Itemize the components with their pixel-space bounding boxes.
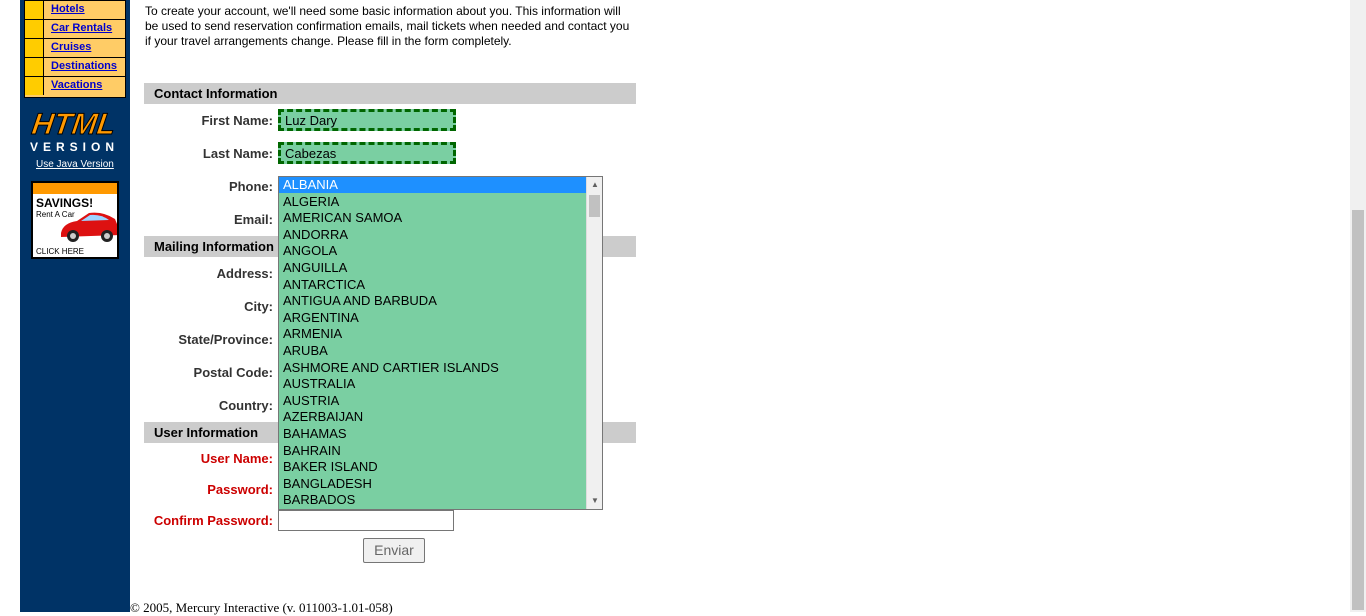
- city-label: City:: [244, 299, 273, 314]
- country-option[interactable]: AUSTRALIA: [279, 376, 586, 392]
- address-label: Address:: [216, 266, 273, 281]
- nav-item-car-rentals: Car Rentals: [25, 20, 125, 39]
- nav-link-vacations[interactable]: Vacations: [51, 79, 102, 91]
- nav-item-destinations: Destinations: [25, 58, 125, 77]
- first-name-input[interactable]: [278, 109, 456, 131]
- country-option[interactable]: AUSTRIA: [279, 393, 586, 409]
- nav-item-cruises: Cruises: [25, 39, 125, 58]
- copyright-text: © 2005, Mercury Interactive (v. 011003-1…: [130, 600, 393, 615]
- savings-ad-banner[interactable]: SAVINGS! Rent A Car CLICK HERE: [31, 181, 119, 259]
- nav-link-destinations[interactable]: Destinations: [51, 60, 117, 72]
- section-title: Mailing Information: [154, 239, 274, 254]
- postal-code-label: Postal Code:: [193, 365, 273, 380]
- nav-item-vacations: Vacations: [25, 77, 125, 96]
- section-title: Contact Information: [154, 86, 278, 101]
- nav-bullet-icon: [25, 20, 44, 38]
- nav-link-cruises[interactable]: Cruises: [51, 41, 91, 53]
- dropdown-scrollbar[interactable]: ▲ ▼: [586, 177, 602, 509]
- contact-section-header: Contact Information: [144, 83, 636, 104]
- country-option[interactable]: BAHRAIN: [279, 443, 586, 459]
- ad-top-bar: [33, 183, 117, 194]
- country-option[interactable]: ARGENTINA: [279, 310, 586, 326]
- country-option[interactable]: BANGLADESH: [279, 476, 586, 492]
- ad-cta: CLICK HERE: [36, 247, 85, 256]
- nav-bullet-icon: [25, 58, 44, 76]
- page-scrollbar-thumb[interactable]: [1352, 210, 1364, 610]
- email-label: Email:: [233, 212, 273, 227]
- country-label: Country:: [218, 398, 273, 413]
- country-option[interactable]: AZERBAIJAN: [279, 409, 586, 425]
- nav-link-car-rentals[interactable]: Car Rentals: [51, 22, 112, 34]
- country-option[interactable]: ANGUILLA: [279, 260, 586, 276]
- nav-bullet-icon: [25, 39, 44, 57]
- country-option[interactable]: AMERICAN SAMOA: [279, 210, 586, 226]
- country-option[interactable]: ARUBA: [279, 343, 586, 359]
- scroll-up-arrow-icon[interactable]: ▲: [587, 177, 602, 193]
- state-label: State/Province:: [178, 332, 273, 347]
- country-option[interactable]: BARBADOS: [279, 492, 586, 508]
- car-icon: [61, 212, 117, 242]
- scrollbar-thumb[interactable]: [589, 195, 600, 217]
- nav-link-hotels[interactable]: Hotels: [51, 3, 85, 15]
- page-scrollbar[interactable]: [1350, 0, 1366, 612]
- nav-bullet-icon: [25, 1, 44, 19]
- use-java-version-link[interactable]: Use Java Version: [36, 159, 114, 170]
- confirm-password-label: Confirm Password:: [153, 513, 273, 528]
- phone-label: Phone:: [228, 179, 273, 194]
- first-name-label: First Name:: [201, 113, 273, 128]
- nav-menu: Hotels Car Rentals Cruises Destinations …: [24, 0, 126, 98]
- logo-subtitle: VERSION: [30, 140, 120, 154]
- scroll-down-arrow-icon[interactable]: ▼: [587, 493, 602, 509]
- country-option[interactable]: BAKER ISLAND: [279, 459, 586, 475]
- country-option[interactable]: ALBANIA: [279, 177, 586, 193]
- confirm-password-input[interactable]: [278, 510, 454, 531]
- last-name-input[interactable]: [278, 142, 456, 164]
- nav-bullet-icon: [25, 77, 44, 95]
- submit-button[interactable]: Enviar: [363, 538, 425, 563]
- country-option[interactable]: ALGERIA: [279, 194, 586, 210]
- last-name-label: Last Name:: [202, 146, 273, 161]
- intro-text: To create your account, we'll need some …: [145, 4, 630, 48]
- user-name-label: User Name:: [200, 451, 273, 466]
- country-dropdown-list[interactable]: ALBANIA ALGERIA AMERICAN SAMOA ANDORRA A…: [278, 176, 603, 510]
- logo-title: HTML: [29, 108, 118, 142]
- country-option[interactable]: ANDORRA: [279, 227, 586, 243]
- nav-item-hotels: Hotels: [25, 1, 125, 20]
- password-label: Password:: [207, 482, 273, 497]
- country-option[interactable]: ANGOLA: [279, 243, 586, 259]
- section-title: User Information: [154, 425, 259, 440]
- ad-headline: SAVINGS!: [36, 196, 94, 210]
- country-option[interactable]: ARMENIA: [279, 326, 586, 342]
- country-option[interactable]: BAHAMAS: [279, 426, 586, 442]
- country-option[interactable]: ANTARCTICA: [279, 277, 586, 293]
- country-option[interactable]: ANTIGUA AND BARBUDA: [279, 293, 586, 309]
- html-version-logo: HTML VERSION: [28, 108, 124, 158]
- country-option[interactable]: ASHMORE AND CARTIER ISLANDS: [279, 360, 586, 376]
